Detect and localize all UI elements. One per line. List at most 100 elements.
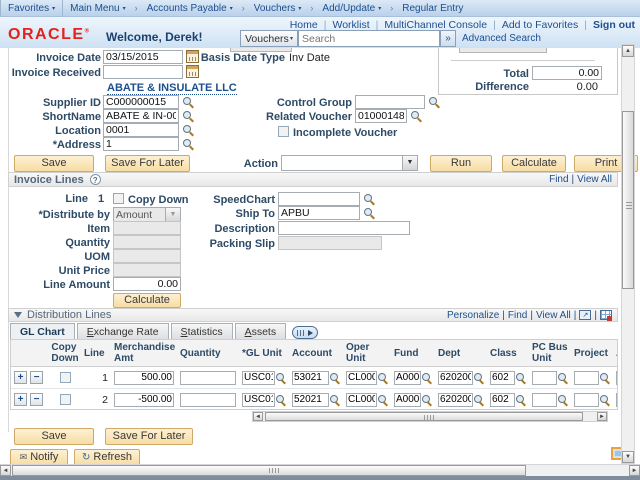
address-input[interactable] — [103, 137, 179, 151]
merchandise-amt-input[interactable] — [114, 371, 174, 385]
breadcrumb-vouchers[interactable]: Vouchers ▾ — [247, 0, 309, 17]
pc-bus-unit-lookup-icon[interactable] — [557, 394, 568, 406]
add-to-favorites-link[interactable]: Add to Favorites — [502, 19, 578, 31]
control-group-lookup-icon[interactable] — [428, 96, 440, 108]
gl-unit-input[interactable] — [242, 393, 275, 407]
quantity-input[interactable] — [180, 371, 236, 385]
incomplete-voucher-checkbox[interactable] — [278, 126, 289, 137]
vertical-scrollbar[interactable]: ▲ ▼ — [621, 44, 635, 464]
fund-lookup-icon[interactable] — [421, 372, 432, 384]
class-lookup-icon[interactable] — [515, 372, 526, 384]
shortname-input[interactable] — [103, 109, 179, 123]
window-horizontal-scrollbar[interactable]: ◄ ► — [0, 464, 640, 476]
distribution-find-link[interactable]: Find — [508, 310, 527, 321]
personalize-link[interactable]: Personalize — [447, 310, 499, 321]
breadcrumb-accounts-payable[interactable]: Accounts Payable ▾ — [140, 0, 240, 17]
scroll-up-icon[interactable]: ▲ — [622, 45, 634, 57]
distribution-view-all-link[interactable]: View All — [536, 310, 571, 321]
scrollbar-thumb[interactable] — [622, 111, 634, 289]
speedchart-lookup-icon[interactable] — [363, 193, 375, 205]
calculate-button[interactable]: Calculate — [502, 155, 566, 172]
breadcrumb-main-menu[interactable]: Main Menu ▾ — [63, 0, 132, 17]
invoice-lines-view-all-link[interactable]: View All — [577, 174, 612, 185]
project-lookup-icon[interactable] — [599, 372, 610, 384]
scroll-left-icon[interactable]: ◄ — [0, 465, 11, 476]
footer-save-button[interactable]: Save — [14, 428, 94, 445]
action-select[interactable]: ▼ — [281, 155, 418, 171]
project-lookup-icon[interactable] — [599, 394, 610, 406]
scrollbar-thumb[interactable] — [12, 465, 526, 476]
dept-input[interactable] — [438, 371, 473, 385]
scroll-left-icon[interactable]: ◄ — [253, 412, 263, 421]
oper-unit-lookup-icon[interactable] — [377, 394, 388, 406]
account-input[interactable] — [292, 371, 329, 385]
scroll-right-icon[interactable]: ► — [597, 412, 607, 421]
scroll-right-icon[interactable]: ► — [629, 465, 640, 476]
copy-down-checkbox[interactable] — [113, 193, 124, 204]
merchandise-amt-input[interactable] — [114, 393, 174, 407]
fund-input[interactable] — [394, 393, 421, 407]
oper-unit-input[interactable] — [346, 393, 377, 407]
description-input[interactable] — [278, 221, 410, 235]
activity-input[interactable] — [616, 371, 618, 385]
line-calculate-button[interactable]: Calculate — [113, 293, 181, 308]
project-input[interactable] — [574, 371, 599, 385]
dept-lookup-icon[interactable] — [473, 372, 484, 384]
dept-input[interactable] — [438, 393, 473, 407]
breadcrumb-regular-entry[interactable]: Regular Entry — [395, 0, 470, 17]
gl-unit-lookup-icon[interactable] — [275, 394, 286, 406]
advanced-search-link[interactable]: Advanced Search — [462, 33, 541, 44]
tab-gl-chart[interactable]: GL Chart — [10, 323, 75, 339]
class-lookup-icon[interactable] — [515, 394, 526, 406]
project-input[interactable] — [574, 393, 599, 407]
pc-bus-unit-input[interactable] — [532, 393, 557, 407]
pc-bus-unit-lookup-icon[interactable] — [557, 372, 568, 384]
add-row-button[interactable]: + — [14, 371, 27, 384]
tab-exchange-rate[interactable]: Exchange Rate — [77, 323, 169, 339]
remove-row-button[interactable]: − — [30, 393, 43, 406]
search-scope-dropdown[interactable]: Vouchers ▾ — [240, 30, 298, 47]
line-amount-input[interactable] — [113, 277, 181, 291]
run-button[interactable]: Run — [430, 155, 492, 172]
activity-input[interactable] — [616, 393, 618, 407]
search-input[interactable] — [298, 30, 440, 47]
oper-unit-lookup-icon[interactable] — [377, 372, 388, 384]
footer-save-for-later-button[interactable]: Save For Later — [105, 428, 193, 445]
download-grid-icon[interactable] — [600, 310, 612, 320]
related-voucher-input[interactable] — [355, 109, 407, 123]
gl-unit-lookup-icon[interactable] — [275, 372, 286, 384]
supplier-id-lookup-icon[interactable] — [182, 96, 194, 108]
collapse-section-icon[interactable] — [14, 312, 22, 318]
remove-row-button[interactable]: − — [30, 371, 43, 384]
chevron-down-icon[interactable]: ▼ — [402, 156, 417, 170]
breadcrumb-add-update[interactable]: Add/Update ▾ — [315, 0, 388, 17]
dept-lookup-icon[interactable] — [473, 394, 484, 406]
account-lookup-icon[interactable] — [329, 394, 340, 406]
related-voucher-lookup-icon[interactable] — [410, 110, 422, 122]
address-lookup-icon[interactable] — [182, 138, 194, 150]
zoom-grid-icon[interactable]: ↗ — [579, 310, 591, 320]
scroll-down-icon[interactable]: ▼ — [622, 451, 634, 463]
row-copy-down-checkbox[interactable] — [60, 394, 71, 405]
search-go-button[interactable]: » — [440, 30, 456, 47]
account-input[interactable] — [292, 393, 329, 407]
pc-bus-unit-input[interactable] — [532, 371, 557, 385]
shortname-lookup-icon[interactable] — [182, 110, 194, 122]
ship-to-input[interactable] — [278, 206, 360, 220]
speedchart-input[interactable] — [278, 192, 360, 206]
help-icon[interactable]: ? — [90, 174, 101, 185]
invoice-received-input[interactable] — [103, 65, 183, 79]
tab-assets[interactable]: Assets — [235, 323, 287, 339]
control-group-input[interactable] — [355, 95, 425, 109]
show-all-columns-icon[interactable] — [292, 326, 318, 339]
quantity-input[interactable] — [180, 393, 236, 407]
invoice-date-input[interactable] — [103, 50, 183, 64]
supplier-name-link[interactable]: ABATE & INSULATE LLC — [107, 82, 237, 95]
sign-out-link[interactable]: Sign out — [593, 19, 635, 31]
fund-lookup-icon[interactable] — [421, 394, 432, 406]
ship-to-lookup-icon[interactable] — [363, 207, 375, 219]
supplier-id-input[interactable] — [103, 95, 179, 109]
total-input[interactable] — [532, 66, 602, 80]
class-input[interactable] — [490, 393, 515, 407]
scrollbar-thumb[interactable] — [265, 412, 583, 421]
